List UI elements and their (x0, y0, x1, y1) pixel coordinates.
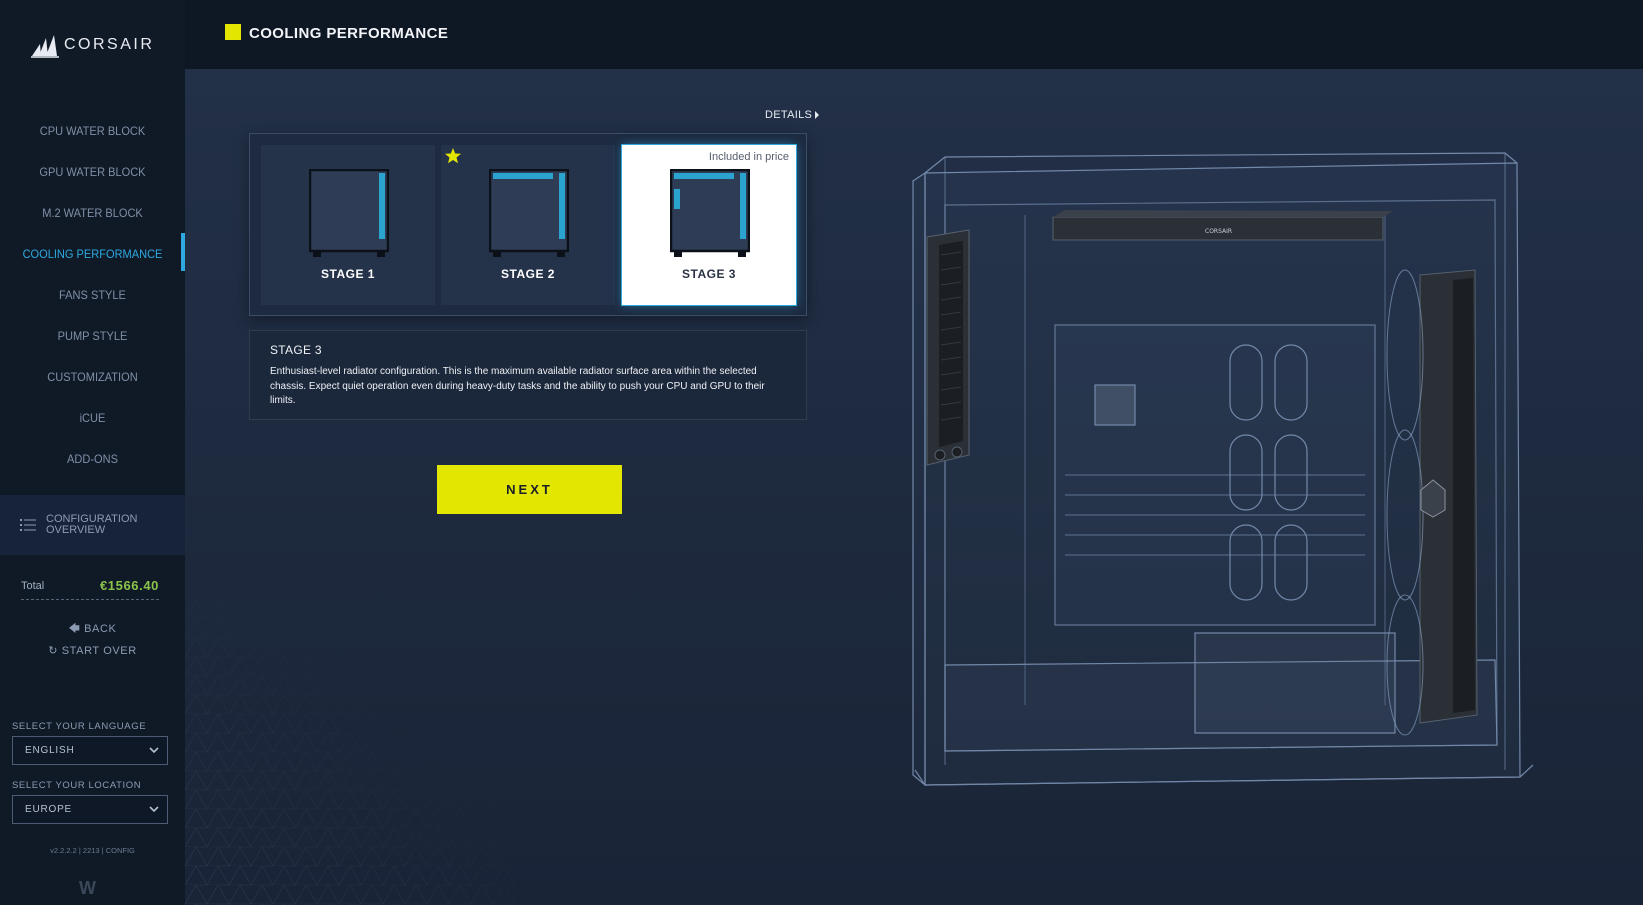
list-icon (20, 519, 36, 531)
location-select[interactable]: EUROPE (12, 795, 168, 824)
chevron-down-icon (149, 747, 159, 754)
pc-case-render: CORSAIR (912, 152, 1534, 787)
stage-description-title: STAGE 3 (270, 343, 322, 357)
total-label: Total (21, 579, 45, 592)
sidebar: CORSAIR CPU WATER BLOCK GPU WATER BLOCK … (0, 0, 185, 905)
stage-description-text: Enthusiast-level radiator configuration.… (270, 366, 765, 406)
front-radiator (926, 229, 970, 466)
location-value: EUROPE (25, 804, 73, 815)
language-label: SELECT YOUR LANGUAGE (12, 721, 147, 732)
total-value: €1566.40 (99, 578, 159, 593)
stage-name: STAGE 2 (501, 267, 555, 281)
case-radiator-icon (489, 169, 569, 257)
nav-item-icue[interactable]: iCUE (7, 397, 177, 438)
brand-name: CORSAIR (64, 36, 155, 53)
app-root: CORSAIR CPU WATER BLOCK GPU WATER BLOCK … (0, 0, 1643, 905)
stage-option-3[interactable]: Included in price STAGE 3 (622, 145, 796, 305)
footer-logo: W (79, 878, 96, 898)
location-label: SELECT YOUR LOCATION (12, 780, 142, 791)
language-select[interactable]: ENGLISH (12, 736, 168, 765)
case-radiator-icon (670, 169, 750, 257)
start-over-label: START OVER (61, 645, 137, 657)
page-title: COOLING PERFORMANCE (249, 25, 449, 42)
top-radiator: CORSAIR (1052, 210, 1393, 241)
nav-item-cpu-water-block[interactable]: CPU WATER BLOCK (7, 110, 177, 151)
stage-selector: STAGE 1 STAGE 2 Included in price STAGE … (249, 133, 807, 316)
page-header: COOLING PERFORMANCE (185, 0, 1643, 69)
back-button[interactable]: 🡄 BACK (0, 620, 185, 639)
version-info: v2.2.2.2 | 2213 | CONFIG (50, 846, 135, 855)
details-label: DETAILS (765, 109, 813, 121)
stage-name: STAGE 3 (682, 267, 736, 281)
case-radiator-icon (309, 169, 389, 257)
nav-item-pump-style[interactable]: PUMP STYLE (7, 315, 177, 356)
included-in-price-note: Included in price (708, 151, 789, 163)
stage-name: STAGE 1 (321, 267, 375, 281)
configuration-overview-label: CONFIGURATION OVERVIEW (46, 513, 138, 536)
stage-option-2[interactable]: STAGE 2 (441, 145, 615, 305)
total-price: Total €1566.40 (21, 572, 159, 600)
stage-description: STAGE 3 Enthusiast-level radiator config… (249, 330, 807, 420)
nav-item-fans-style[interactable]: FANS STYLE (7, 274, 177, 315)
radiator-logo-text: CORSAIR (1205, 228, 1232, 235)
details-link[interactable]: DETAILS (765, 109, 820, 121)
back-arrow-icon: 🡄 (68, 623, 81, 635)
config-steps-nav: CPU WATER BLOCK GPU WATER BLOCK M.2 WATE… (0, 110, 185, 479)
configuration-overview-button[interactable]: CONFIGURATION OVERVIEW (0, 495, 185, 555)
triangle-pattern-decoration (185, 600, 515, 905)
corsair-logo[interactable]: CORSAIR (30, 30, 154, 60)
language-value: ENGLISH (25, 745, 75, 756)
refresh-icon: ↻ (48, 645, 59, 657)
nav-item-cooling-performance[interactable]: COOLING PERFORMANCE (7, 233, 177, 274)
start-over-button[interactable]: ↻ START OVER (0, 644, 185, 657)
next-button[interactable]: NEXT (437, 465, 622, 514)
stage-option-1[interactable]: STAGE 1 (261, 145, 435, 305)
nav-item-m2-water-block[interactable]: M.2 WATER BLOCK (7, 192, 177, 233)
star-icon (445, 148, 461, 164)
nav-item-gpu-water-block[interactable]: GPU WATER BLOCK (7, 151, 177, 192)
back-label: BACK (84, 623, 117, 635)
caret-right-icon (815, 111, 820, 119)
chevron-down-icon (149, 806, 159, 813)
corsair-sails-logo-icon (31, 35, 59, 58)
nav-item-customization[interactable]: CUSTOMIZATION (7, 356, 177, 397)
nav-item-add-ons[interactable]: ADD-ONS (7, 438, 177, 479)
header-accent-square (225, 24, 241, 40)
